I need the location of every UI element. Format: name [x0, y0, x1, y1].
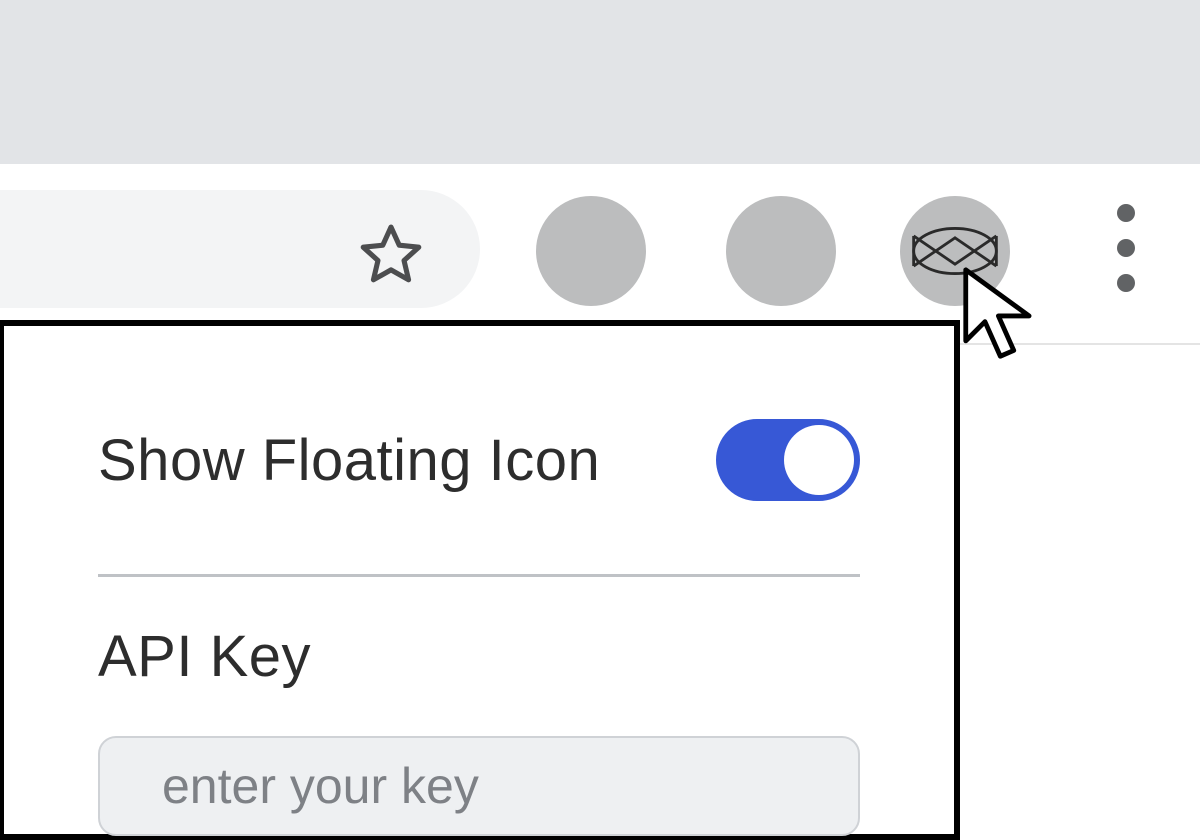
divider — [98, 574, 860, 577]
more-menu-button[interactable] — [1102, 204, 1150, 292]
show-floating-icon-toggle[interactable] — [716, 419, 860, 501]
api-key-placeholder: enter your key — [162, 757, 479, 815]
show-floating-icon-label: Show Floating Icon — [98, 427, 600, 494]
window-titlebar-stub — [0, 0, 1200, 164]
toolbar-button-placeholder-2[interactable] — [726, 196, 836, 306]
setting-row-show-floating-icon: Show Floating Icon — [98, 412, 860, 508]
api-key-input[interactable]: enter your key — [98, 736, 860, 836]
more-dot-icon — [1117, 239, 1135, 257]
more-dot-icon — [1117, 274, 1135, 292]
bookmark-star-icon[interactable] — [355, 218, 427, 290]
toolbar-button-placeholder-1[interactable] — [536, 196, 646, 306]
extension-button[interactable] — [900, 196, 1010, 306]
more-dot-icon — [1117, 204, 1135, 222]
api-key-label: API Key — [98, 623, 860, 690]
extension-popup: Show Floating Icon API Key enter your ke… — [0, 320, 960, 840]
toggle-knob-icon — [784, 425, 854, 495]
